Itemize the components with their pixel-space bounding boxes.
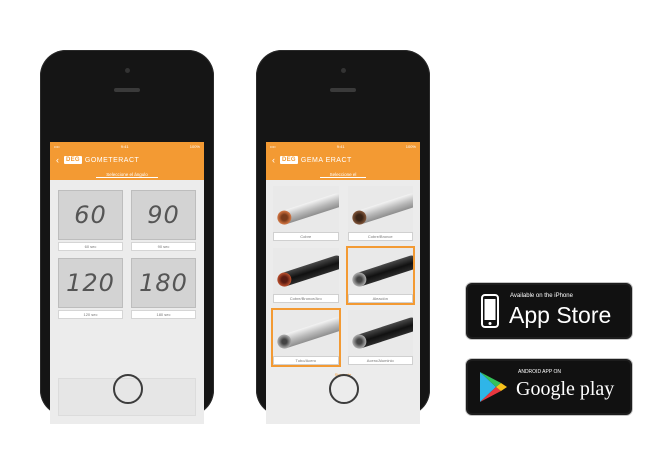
app-header: ‹ DEG GEMA ERACT: [266, 150, 420, 170]
product-label: Aleación: [347, 294, 413, 303]
app-store-caption: Available on the iPhone: [510, 293, 573, 299]
subtitle: Seleccione el ángulo: [96, 172, 158, 178]
product-label: Cobre/Bronce: [347, 232, 413, 241]
iphone-icon: [481, 294, 499, 328]
angle-label: 180 sec: [131, 310, 196, 319]
angle-grid: 60 60 sec 90 90 sec 120 120 sec 180 180 …: [50, 180, 204, 325]
brand-logo: DEG: [64, 156, 82, 164]
copper-pipe-image: [273, 186, 339, 232]
product-option[interactable]: Cobre: [272, 185, 340, 242]
carrier-text: ••••: [270, 143, 276, 149]
back-arrow-icon[interactable]: ‹: [272, 155, 275, 165]
angle-value: 120: [58, 258, 123, 308]
angle-value: 60: [58, 190, 123, 240]
product-label: Tubo/Acero: [273, 356, 339, 365]
product-label: Cobre: [273, 232, 339, 241]
subtitle-bar: Seleccione el ángulo: [50, 170, 204, 180]
camera-icon: [341, 68, 346, 73]
app-header: ‹ DEG GOMETERACT: [50, 150, 204, 170]
subtitle-bar: Seleccione el: [266, 170, 420, 180]
angle-label: 60 sec: [58, 242, 123, 251]
angle-label: 90 sec: [131, 242, 196, 251]
time-text: 9:41: [120, 143, 129, 149]
product-option[interactable]: Cobre/Bronce/Aro: [272, 247, 340, 304]
product-option[interactable]: Cobre/Bronce: [347, 185, 415, 242]
brand-logo: DEG: [280, 156, 298, 164]
speaker-icon: [114, 88, 140, 92]
time-text: 9:41: [336, 143, 345, 149]
carrier-text: ••••: [54, 143, 60, 149]
angle-option-60[interactable]: 60 60 sec: [58, 190, 123, 251]
product-option-selected[interactable]: Aleación: [345, 246, 415, 305]
battery-text: 100%: [405, 143, 416, 149]
status-bar: •••• 9:41 100%: [266, 142, 420, 150]
brand-name: GEMA ERACT: [300, 156, 352, 164]
back-arrow-icon[interactable]: ‹: [56, 155, 59, 165]
brand: DEG GOMETERACT: [64, 156, 139, 164]
google-play-caption: ANDROID APP ON: [518, 369, 561, 375]
app-store-badge[interactable]: Available on the iPhone App Store: [466, 283, 632, 339]
google-play-icon: [480, 372, 507, 402]
aluminium-pipe-image: [347, 310, 413, 356]
left-phone: •••• 9:41 100% ‹ DEG GOMETERACT Seleccio…: [40, 50, 214, 424]
home-button[interactable]: [329, 374, 359, 404]
alloy-pipe-image: [347, 248, 413, 294]
insulated-pipe-image: [273, 248, 339, 294]
angle-option-90[interactable]: 90 90 sec: [131, 190, 196, 251]
status-bar: •••• 9:41 100%: [50, 142, 204, 150]
angle-label: 120 sec: [58, 310, 123, 319]
brand-name: GOMETERACT: [84, 156, 140, 164]
battery-text: 100%: [189, 143, 200, 149]
google-play-title: Google play: [516, 378, 615, 400]
product-label: Acero/Aluminio: [347, 356, 413, 365]
angle-option-180[interactable]: 180 180 sec: [131, 258, 196, 319]
steel-pipe-image: [273, 310, 339, 356]
angle-value: 180: [131, 258, 196, 308]
product-label: Cobre/Bronce/Aro: [273, 294, 339, 303]
angle-value: 90: [131, 190, 196, 240]
google-play-badge[interactable]: ANDROID APP ON Google play: [466, 359, 632, 415]
camera-icon: [125, 68, 130, 73]
angle-option-120[interactable]: 120 120 sec: [58, 258, 123, 319]
product-grid: Cobre Cobre/Bronce Cobre/Bronce/Aro Alea…: [266, 180, 420, 370]
subtitle: Seleccione el: [319, 172, 367, 178]
bronze-pipe-image: [347, 186, 413, 232]
app-store-title: App Store: [509, 302, 612, 328]
product-option[interactable]: Acero/Aluminio: [347, 309, 415, 366]
product-option-selected[interactable]: Tubo/Acero: [271, 308, 341, 367]
home-button[interactable]: [113, 374, 143, 404]
brand: DEG GEMA ERACT: [280, 156, 352, 164]
speaker-icon: [330, 88, 356, 92]
right-phone: •••• 9:41 100% ‹ DEG GEMA ERACT Seleccio…: [256, 50, 430, 424]
